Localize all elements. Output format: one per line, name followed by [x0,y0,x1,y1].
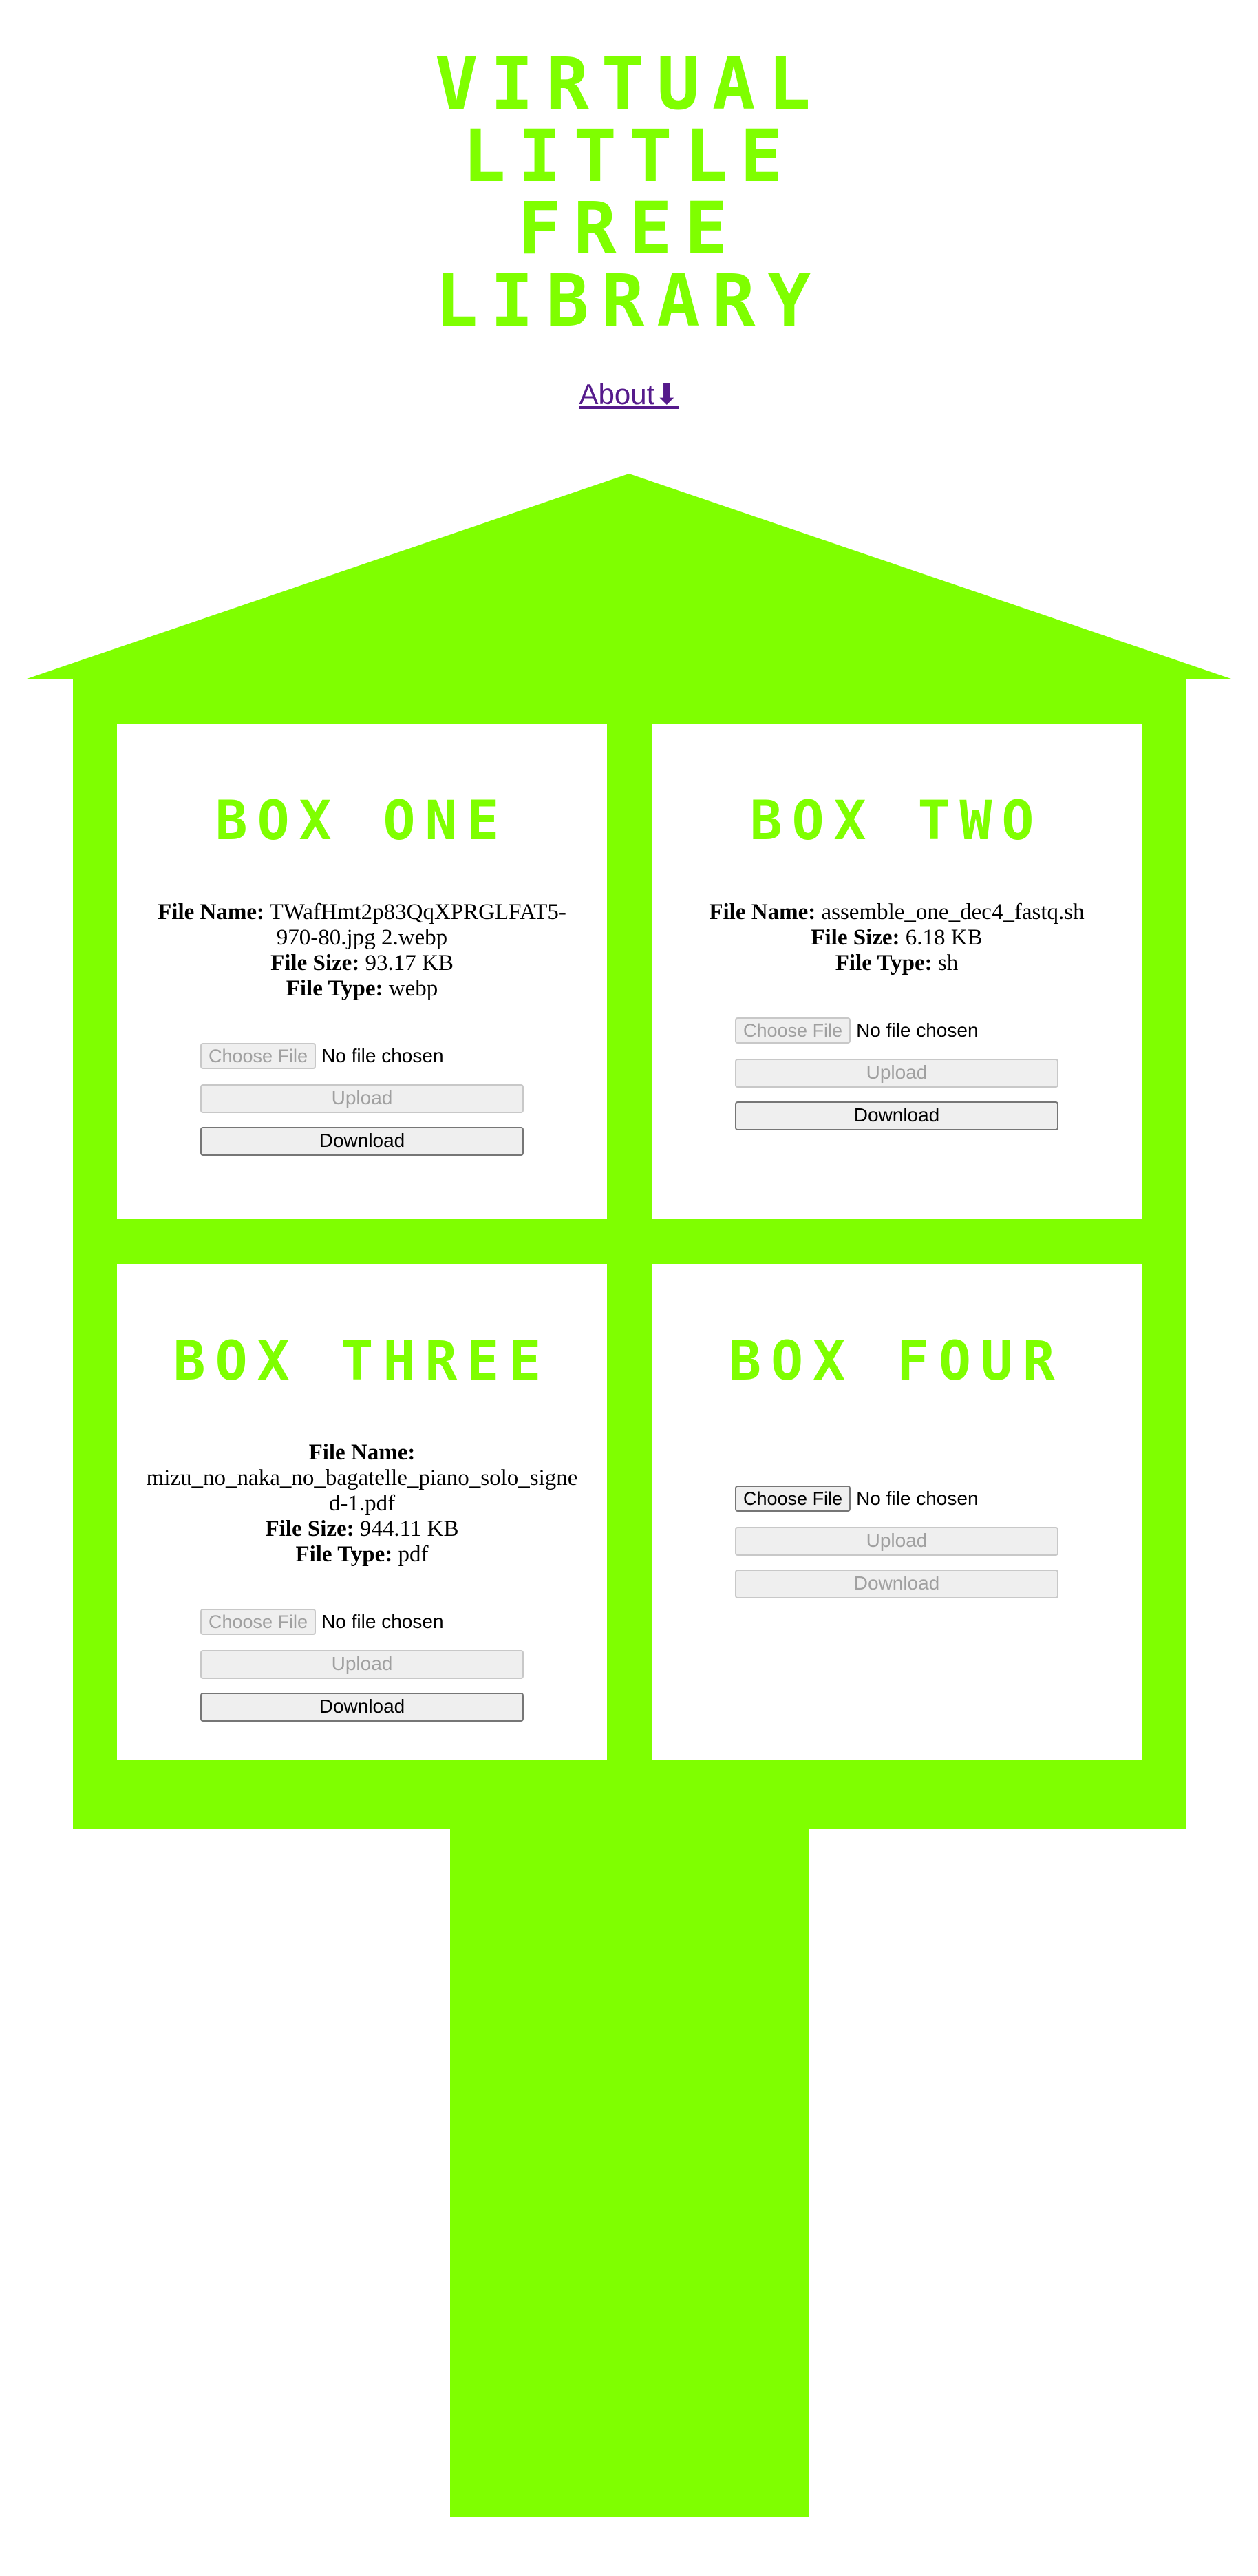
no-file-text: No file chosen [856,1488,979,1509]
file-type-label: File Type: [835,951,932,975]
download-button[interactable]: Download [735,1570,1058,1598]
file-name-value: TWafHmt2p83QqXPRGLFAT5-970-80.jpg 2.webp [269,900,566,950]
no-file-text: No file chosen [321,1611,444,1632]
file-size-value: 944.11 KB [359,1517,459,1541]
file-name-value: assemble_one_dec4_fastq.sh [821,900,1085,925]
file-type-value: sh [937,951,959,975]
download-button[interactable]: Download [200,1127,524,1156]
upload-button[interactable]: Upload [200,1650,524,1679]
file-info: File Name: assemble_one_dec4_fastq.sh Fi… [652,900,1142,976]
choose-file-button[interactable]: Choose File [200,1043,317,1069]
file-type-label: File Type: [286,976,383,1001]
file-picker: Choose File No file chosen [200,1042,524,1070]
box-three: Box Three File Name: mizu_no_naka_no_bag… [117,1264,607,1760]
box-four: Box Four Choose File No file chosen Uplo… [652,1264,1142,1760]
box-controls: Choose File No file chosen Upload Downlo… [200,1042,524,1156]
file-picker: Choose File No file chosen [735,1484,1058,1513]
no-file-text: No file chosen [856,1020,979,1041]
box-two: Box Two File Name: assemble_one_dec4_fas… [652,724,1142,1219]
file-type-value: pdf [398,1542,429,1567]
post [450,1828,809,2517]
about-link[interactable]: About⬇ [579,378,679,410]
choose-file-button[interactable]: Choose File [200,1609,317,1635]
box-title: Box Four [729,1331,1065,1393]
upload-button[interactable]: Upload [735,1527,1058,1556]
file-info: File Name: mizu_no_naka_no_bagatelle_pia… [117,1440,607,1567]
file-size-label: File Size: [265,1517,354,1541]
roof [25,474,1233,679]
upload-button[interactable]: Upload [200,1084,524,1113]
file-name-label: File Name: [308,1440,416,1465]
box-one: Box One File Name: TWafHmt2p83QqXPRGLFAT… [117,724,607,1219]
box-title: Box Two [749,790,1044,852]
file-info: File Name: TWafHmt2p83QqXPRGLFAT5-970-80… [117,900,607,1002]
box-controls: Choose File No file chosen Upload Downlo… [735,1016,1058,1130]
choose-file-button[interactable]: Choose File [735,1486,851,1512]
box-controls: Choose File No file chosen Upload Downlo… [200,1607,524,1722]
file-name-label: File Name: [709,900,816,925]
file-picker: Choose File No file chosen [200,1607,524,1636]
file-size-label: File Size: [811,925,900,950]
file-size-label: File Size: [270,951,360,975]
title-line-2: Little [462,114,796,198]
about-container: About⬇ [0,377,1258,411]
download-button[interactable]: Download [200,1693,524,1722]
file-size-value: 6.18 KB [905,925,983,950]
file-type-value: webp [388,976,438,1001]
site-title: Virtual Little Free Library [0,48,1258,337]
file-name-label: File Name: [158,900,264,925]
title-line-3: Free [518,187,740,271]
file-type-label: File Type: [295,1542,393,1567]
box-title: Box One [215,790,509,852]
box-controls: Choose File No file chosen Upload Downlo… [735,1484,1058,1598]
file-picker: Choose File No file chosen [735,1016,1058,1045]
title-line-4: Library [434,259,824,343]
title-line-1: Virtual [434,42,824,126]
file-name-value: mizu_no_naka_no_bagatelle_piano_solo_sig… [146,1466,578,1516]
file-size-value: 93.17 KB [365,951,454,975]
box-title: Box Three [173,1331,551,1393]
no-file-text: No file chosen [321,1045,444,1066]
choose-file-button[interactable]: Choose File [735,1017,851,1044]
upload-button[interactable]: Upload [735,1059,1058,1088]
download-button[interactable]: Download [735,1101,1058,1130]
